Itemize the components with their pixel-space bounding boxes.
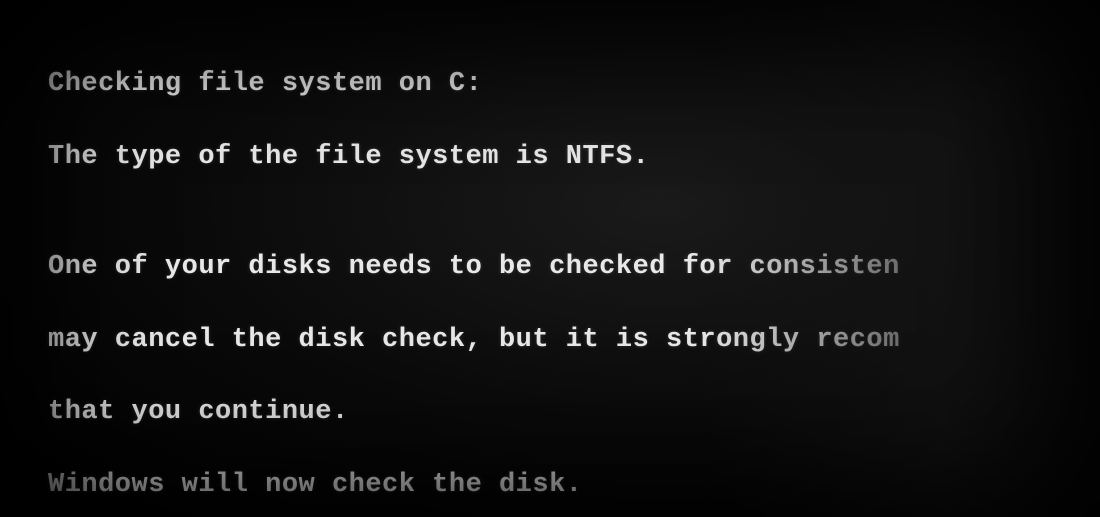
console-line: that you continue. [48, 394, 1100, 430]
console-line: The type of the file system is NTFS. [48, 139, 1100, 175]
console-line: Checking file system on C: [48, 66, 1100, 102]
console-line: One of your disks needs to be checked fo… [48, 249, 1100, 285]
console-line: Windows will now check the disk. [48, 467, 1100, 503]
console-line: may cancel the disk check, but it is str… [48, 322, 1100, 358]
boot-console: Checking file system on C: The type of t… [48, 30, 1100, 517]
